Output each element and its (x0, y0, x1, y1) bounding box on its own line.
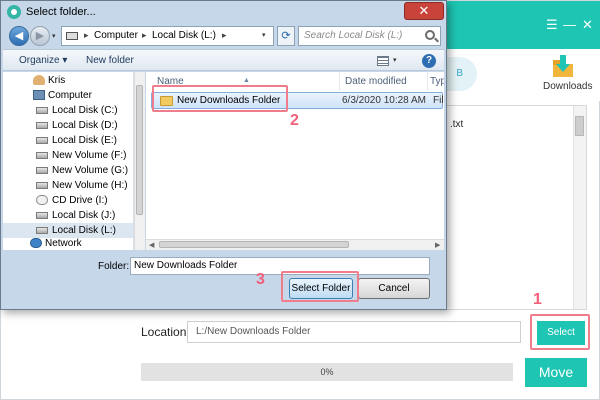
scroll-right-icon[interactable]: ▶ (435, 241, 440, 249)
listbox-scroll-thumb[interactable] (575, 116, 584, 136)
column-header-type[interactable]: Typ (428, 72, 444, 91)
tree-item-new-volume-h[interactable]: New Volume (H:) (3, 178, 133, 193)
view-dropdown-icon[interactable]: ▾ (393, 56, 397, 64)
tree-item-local-disk-c[interactable]: Local Disk (C:) (3, 103, 133, 118)
column-header-label: Typ (430, 76, 444, 87)
user-icon (33, 75, 45, 85)
tree-item-network[interactable]: Network (3, 236, 133, 251)
organize-button[interactable]: Organize ▾ (19, 55, 67, 66)
progress-bar: 0% (141, 363, 513, 381)
breadcrumb-computer[interactable]: Computer (94, 30, 138, 41)
move-button[interactable]: Move (525, 358, 587, 387)
file-listbox[interactable] (441, 105, 587, 310)
column-header-date-modified[interactable]: Date modified (340, 72, 428, 91)
minimize-icon[interactable]: — (563, 18, 576, 32)
dialog-titlebar[interactable]: Select folder... ✕ (1, 1, 446, 23)
row-date: 6/3/2020 10:28 AM (342, 95, 426, 106)
list-item[interactable]: .txt (450, 119, 463, 130)
search-icon[interactable] (425, 30, 435, 40)
drive-icon (36, 137, 48, 144)
drive-icon (36, 212, 48, 219)
file-list-scroll-thumb[interactable] (159, 241, 349, 248)
downloads-icon[interactable] (552, 54, 574, 78)
tree-item-label: Computer (48, 90, 92, 101)
breadcrumb-separator[interactable]: ▸ (142, 30, 147, 41)
breadcrumb-local-disk-l[interactable]: Local Disk (L:) (152, 30, 216, 41)
column-header-label: Date modified (345, 76, 407, 87)
cd-drive-icon (36, 195, 48, 205)
address-bar[interactable]: ▸ Computer ▸ Local Disk (L:) ▸ ▾ (61, 26, 274, 46)
history-dropdown-icon[interactable]: ▾ (52, 32, 56, 40)
tree-item-local-disk-d[interactable]: Local Disk (D:) (3, 118, 133, 133)
tree-item-label: CD Drive (I:) (52, 195, 108, 206)
location-input[interactable]: L:/New Downloads Folder (187, 321, 521, 343)
back-button[interactable]: ◀ (9, 26, 29, 46)
tree-item-label: Local Disk (C:) (52, 105, 118, 116)
drive-icon (36, 152, 48, 159)
drive-icon (66, 32, 78, 40)
drive-icon (36, 227, 48, 234)
tree-item-label: Network (45, 238, 82, 249)
dialog-title: Select folder... (26, 6, 96, 18)
tree-item-label: Local Disk (J:) (52, 210, 116, 221)
tree-item-new-volume-f[interactable]: New Volume (F:) (3, 148, 133, 163)
breadcrumb-separator[interactable]: ▸ (222, 30, 227, 41)
step-2-label: 2 (290, 112, 299, 129)
listbox-scrollbar[interactable] (573, 106, 586, 309)
tree-item-kris[interactable]: Kris (3, 73, 133, 88)
navigation-pane[interactable]: Kris Computer Local Disk (C:) Local Disk… (3, 72, 134, 250)
navigation-scroll-thumb[interactable] (136, 85, 143, 215)
cancel-button[interactable]: Cancel (358, 278, 430, 299)
tree-item-label: New Volume (H:) (52, 180, 128, 191)
new-folder-button[interactable]: New folder (86, 55, 134, 66)
select-folder-dialog: Select folder... ✕ ◀ ▶ ▾ ▸ Computer ▸ Lo… (0, 0, 447, 310)
computer-icon (33, 90, 45, 100)
tree-item-label: Local Disk (E:) (52, 135, 118, 146)
drive-icon (36, 167, 48, 174)
address-dropdown-icon[interactable]: ▾ (262, 31, 266, 39)
view-options-icon[interactable] (377, 56, 389, 66)
close-icon[interactable]: ✕ (582, 18, 593, 32)
app-logo-icon (7, 5, 21, 19)
tree-item-computer[interactable]: Computer (3, 88, 133, 103)
tree-item-label: New Volume (F:) (52, 150, 127, 161)
forward-button[interactable]: ▶ (30, 26, 50, 46)
network-icon (30, 238, 42, 248)
breadcrumb-separator[interactable]: ▸ (84, 30, 89, 41)
tree-item-new-volume-g[interactable]: New Volume (G:) (3, 163, 133, 178)
drive-icon (36, 107, 48, 114)
search-placeholder: Search Local Disk (L:) (304, 30, 403, 41)
folder-name-input[interactable]: New Downloads Folder (130, 257, 430, 275)
folder-label: Folder: (98, 261, 130, 272)
tree-item-label: New Volume (G:) (52, 165, 129, 176)
highlight-box-select (530, 314, 590, 350)
command-bar: Organize ▾ New folder ▾ ? (3, 49, 444, 71)
tree-item-cd-drive-i[interactable]: CD Drive (I:) (3, 193, 133, 208)
drive-icon (36, 182, 48, 189)
highlight-box-select-folder (281, 271, 359, 302)
menu-icon[interactable]: ☰ (546, 18, 558, 32)
refresh-button[interactable]: ⟳ (277, 26, 295, 46)
help-icon[interactable]: ? (422, 54, 436, 68)
step-1-label: 1 (533, 291, 542, 308)
tree-item-local-disk-e[interactable]: Local Disk (E:) (3, 133, 133, 148)
dialog-close-button[interactable]: ✕ (404, 2, 444, 20)
downloads-label[interactable]: Downloads (543, 81, 592, 92)
highlight-box-folder (152, 85, 288, 112)
drive-icon (36, 122, 48, 129)
tree-item-label: Kris (48, 75, 66, 86)
tree-item-local-disk-j[interactable]: Local Disk (J:) (3, 208, 133, 223)
tree-item-label: Local Disk (L:) (52, 225, 116, 236)
location-label: Location: (141, 325, 190, 339)
search-input[interactable]: Search Local Disk (L:) (298, 26, 441, 46)
row-type: File (433, 95, 443, 106)
step-3-label: 3 (256, 271, 265, 288)
tree-item-label: Local Disk (D:) (52, 120, 118, 131)
scroll-left-icon[interactable]: ◀ (149, 241, 154, 249)
